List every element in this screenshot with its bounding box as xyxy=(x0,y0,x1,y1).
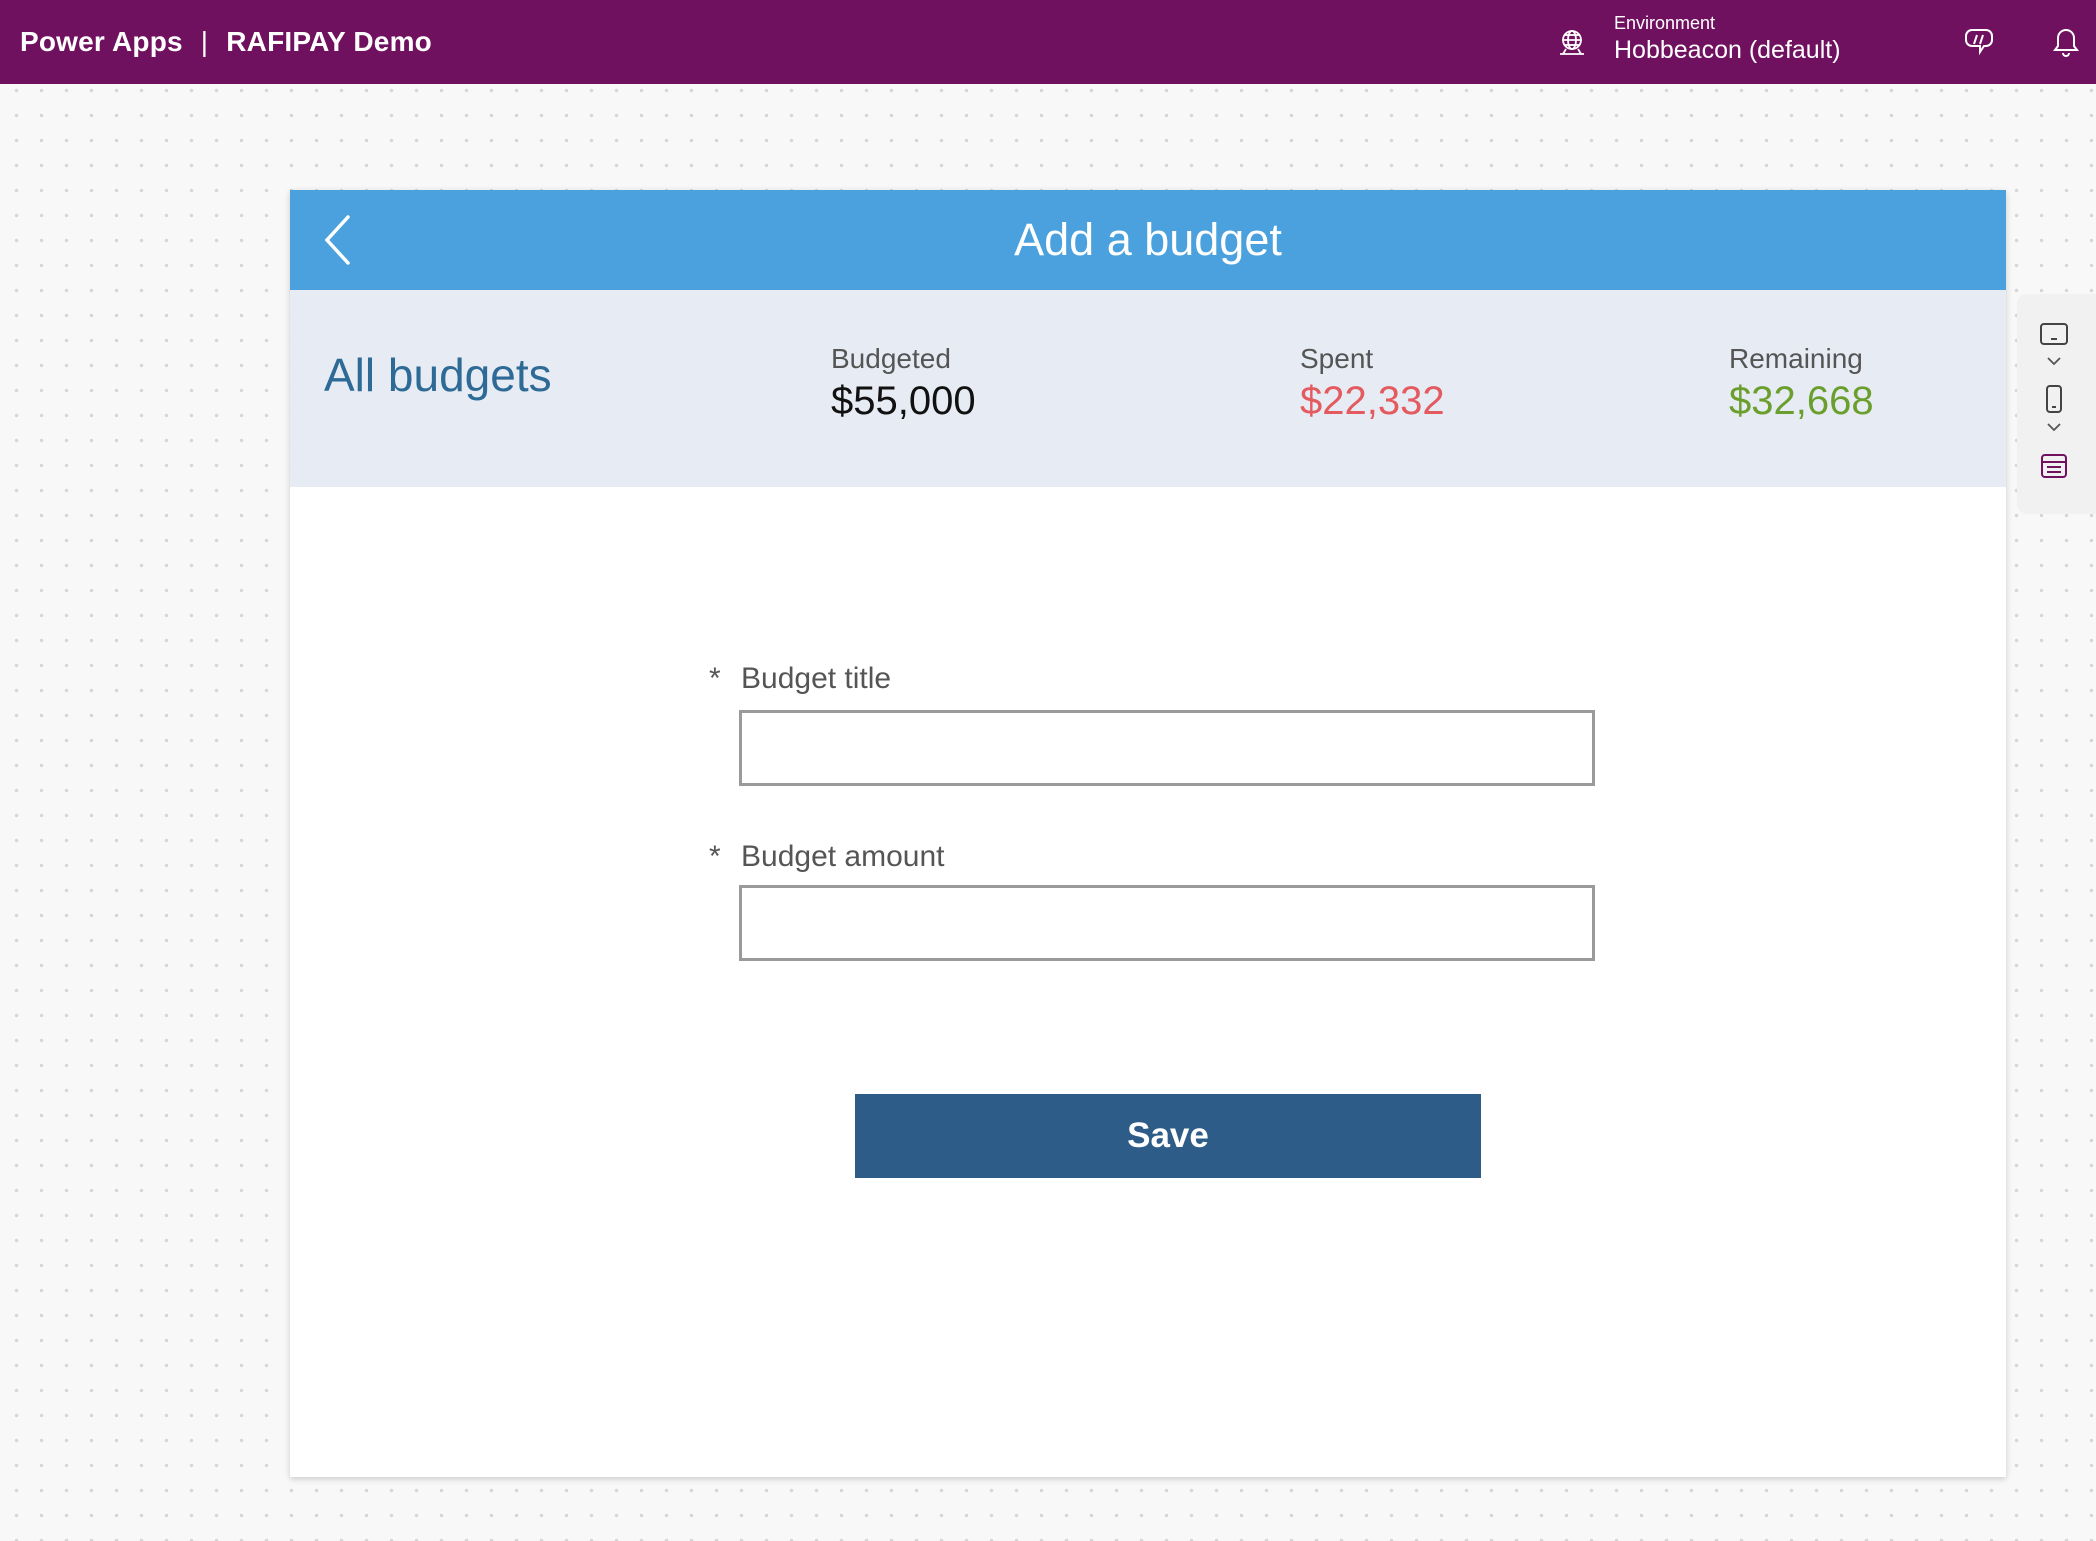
tablet-landscape-icon[interactable] xyxy=(2039,322,2069,346)
budgeted-label: Budgeted xyxy=(831,343,951,374)
budget-amount-label-text: Budget amount xyxy=(741,840,945,873)
budgeted-stat: Budgeted $55,000 xyxy=(831,342,976,426)
environment-name: Hobbeacon (default) xyxy=(1614,36,1841,64)
required-marker: * xyxy=(709,840,721,873)
notifications-bell-icon[interactable] xyxy=(2050,24,2082,58)
environment-globe-icon[interactable] xyxy=(1556,28,1588,58)
spent-stat: Spent $22,332 xyxy=(1300,342,1445,426)
budget-summary: All budgets Budgeted $55,000 Spent $22,3… xyxy=(290,290,2006,487)
spent-value: $22,332 xyxy=(1300,379,1445,423)
phone-portrait-icon[interactable] xyxy=(2039,384,2069,414)
budget-title-input[interactable] xyxy=(739,710,1595,786)
data-table-icon[interactable] xyxy=(2039,452,2069,480)
top-bar: Power Apps | RAFIPAY Demo Environment Ho… xyxy=(0,0,2096,84)
app-name: RAFIPAY Demo xyxy=(226,26,432,57)
budget-amount-input[interactable] xyxy=(739,885,1595,961)
brand-separator: | xyxy=(200,26,209,57)
app-screen: Add a budget All budgets Budgeted $55,00… xyxy=(290,190,2006,1477)
budget-title-label: * Budget title xyxy=(709,662,892,696)
chevron-down-icon[interactable] xyxy=(2039,420,2069,436)
budget-amount-label: * Budget amount xyxy=(709,840,945,874)
remaining-label: Remaining xyxy=(1729,343,1863,374)
device-toolbar xyxy=(2017,294,2096,514)
budgeted-value: $55,000 xyxy=(831,379,976,423)
environment-picker[interactable]: Environment Hobbeacon (default) xyxy=(1614,12,1841,66)
budget-title-label-text: Budget title xyxy=(741,662,892,695)
remaining-value: $32,668 xyxy=(1729,379,1874,423)
environment-label: Environment xyxy=(1614,13,1716,33)
app-brand: Power Apps | RAFIPAY Demo xyxy=(20,24,432,60)
product-name[interactable]: Power Apps xyxy=(20,26,183,58)
page-title: Add a budget xyxy=(1014,214,1282,265)
spent-label: Spent xyxy=(1300,343,1374,374)
chevron-down-icon[interactable] xyxy=(2039,354,2069,370)
required-marker: * xyxy=(709,662,721,695)
save-button[interactable]: Save xyxy=(855,1094,1481,1178)
remaining-stat: Remaining $32,668 xyxy=(1729,342,1874,426)
all-budgets-heading: All budgets xyxy=(324,349,552,401)
copilot-icon[interactable] xyxy=(1962,24,1998,58)
